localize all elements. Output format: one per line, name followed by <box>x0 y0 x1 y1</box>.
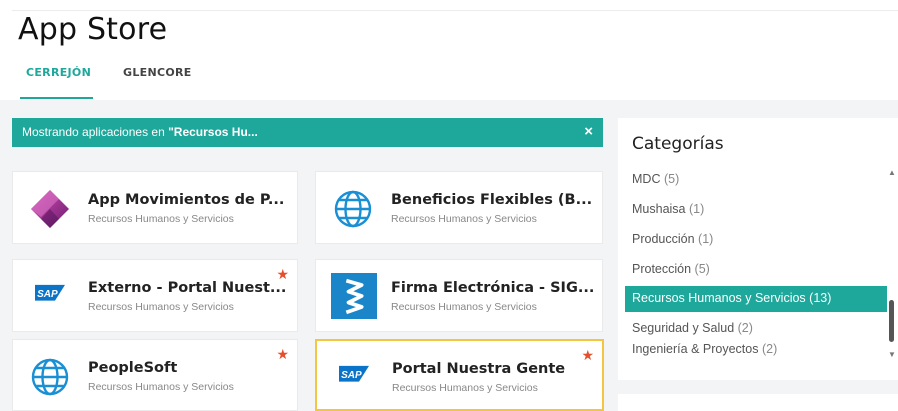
app-name: PeopleSoft <box>88 360 178 376</box>
category-item-recursos-humanos[interactable]: Recursos Humanos y Servicios (13) <box>625 286 887 312</box>
category-count: (2) <box>761 342 778 356</box>
sap-logo-icon: SAP <box>339 365 369 382</box>
app-card-externo-portal[interactable]: SAP Externo - Portal Nuest... Recursos H… <box>12 259 298 332</box>
category-item-ingenieria-proyectos[interactable]: Ingeniería & Proyectos (2) <box>632 342 777 356</box>
categories-panel: Categorías MDC (5) Mushaisa (1) Producci… <box>618 118 898 380</box>
favorite-star-icon[interactable]: ★ <box>581 347 594 364</box>
app-card-firma-electronica[interactable]: Firma Electrónica - SIG... Recursos Huma… <box>315 259 603 332</box>
header-divider <box>12 10 898 11</box>
category-label: Mushaisa <box>632 202 686 216</box>
svg-text:SAP: SAP <box>37 289 58 300</box>
app-name: Beneficios Flexibles (B... <box>391 192 593 208</box>
filter-banner: Mostrando aplicaciones en "Recursos Hu..… <box>12 118 603 147</box>
favorite-star-icon[interactable]: ★ <box>276 346 289 363</box>
tab-cerrejon[interactable]: CERREJÓN <box>26 66 91 79</box>
category-label: MDC <box>632 172 661 186</box>
category-label: Producción <box>632 232 695 246</box>
category-label: Seguridad y Salud <box>632 321 735 335</box>
scroll-up-icon[interactable]: ▲ <box>888 168 896 177</box>
category-item-mdc[interactable]: MDC (5) <box>632 172 679 186</box>
category-count: (2) <box>737 321 753 335</box>
category-label: Recursos Humanos y Servicios <box>632 291 806 305</box>
category-item-produccion[interactable]: Producción (1) <box>632 232 713 246</box>
categories-title: Categorías <box>632 134 724 154</box>
svg-text:SAP: SAP <box>341 370 362 381</box>
category-label: Protección <box>632 262 692 276</box>
category-item-proteccion[interactable]: Protección (5) <box>632 262 710 276</box>
app-name: Firma Electrónica - SIG... <box>391 280 595 296</box>
signature-icon <box>331 273 377 319</box>
category-count: (5) <box>694 262 710 276</box>
app-category: Recursos Humanos y Servicios <box>88 213 234 225</box>
app-card-peoplesoft[interactable]: PeopleSoft Recursos Humanos y Servicios … <box>12 339 298 411</box>
app-category: Recursos Humanos y Servicios <box>391 213 537 225</box>
active-tab-indicator <box>20 97 93 99</box>
filter-banner-text: Mostrando aplicaciones en "Recursos Hu..… <box>22 125 258 139</box>
scroll-down-icon[interactable]: ▼ <box>888 350 896 359</box>
power-apps-icon <box>31 190 69 228</box>
scrollbar-thumb[interactable] <box>889 300 894 342</box>
category-count: (1) <box>688 202 705 216</box>
category-item-mushaisa[interactable]: Mushaisa (1) <box>632 202 704 216</box>
tab-glencore[interactable]: GLENCORE <box>123 66 192 79</box>
app-name: App Movimientos de P... <box>88 192 285 208</box>
category-item-seguridad-salud[interactable]: Seguridad y Salud (2) <box>632 321 753 335</box>
app-category: Recursos Humanos y Servicios <box>88 301 234 313</box>
app-card-portal-nuestra-gente[interactable]: SAP Portal Nuestra Gente Recursos Humano… <box>315 339 604 411</box>
filter-banner-prefix: Mostrando aplicaciones en <box>22 125 169 139</box>
app-name: Portal Nuestra Gente <box>392 361 566 377</box>
globe-icon <box>334 190 372 228</box>
category-count: (5) <box>663 172 680 186</box>
app-category: Recursos Humanos y Servicios <box>88 381 234 393</box>
app-card-movimientos[interactable]: App Movimientos de P... Recursos Humanos… <box>12 171 298 244</box>
favorite-star-icon[interactable]: ★ <box>276 266 289 283</box>
category-count: (1) <box>698 232 714 246</box>
app-category: Recursos Humanos y Servicios <box>391 301 537 313</box>
secondary-panel <box>618 394 898 411</box>
category-label: Ingeniería & Proyectos <box>632 342 759 356</box>
page-title: App Store <box>18 12 168 47</box>
filter-banner-value: "Recursos Hu... <box>168 125 258 139</box>
category-count: (13) <box>809 291 832 305</box>
close-icon[interactable]: × <box>584 123 593 140</box>
app-category: Recursos Humanos y Servicios <box>392 382 538 394</box>
app-header: App Store CERREJÓN GLENCORE <box>0 0 898 100</box>
app-card-beneficios[interactable]: Beneficios Flexibles (B... Recursos Huma… <box>315 171 603 244</box>
globe-icon <box>31 358 69 396</box>
sap-logo-icon: SAP <box>35 284 65 301</box>
app-name: Externo - Portal Nuest... <box>88 280 287 296</box>
